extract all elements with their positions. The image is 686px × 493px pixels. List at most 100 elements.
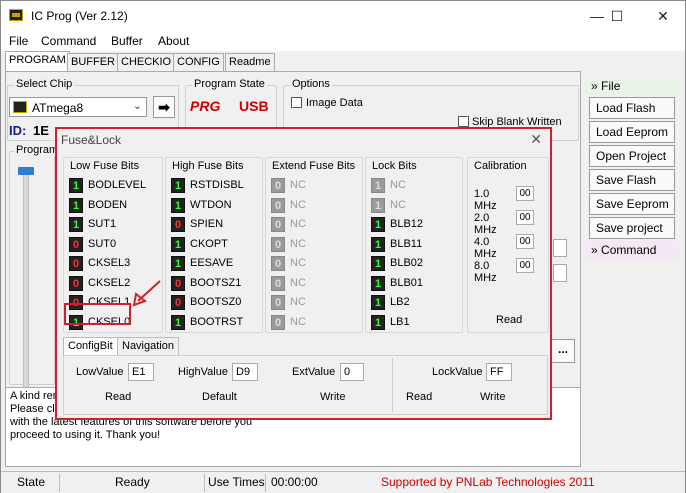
lock-write-button[interactable]: Write <box>480 391 505 403</box>
more-button[interactable]: ... <box>551 339 575 363</box>
lock-bit-toggle[interactable]: 1 <box>371 275 385 291</box>
message-line: proceed to using it. Thank you! <box>10 429 161 441</box>
fuse-default-button[interactable]: Default <box>202 391 237 403</box>
id-label: ID: <box>9 123 27 138</box>
progress-slider-thumb[interactable] <box>18 167 34 175</box>
image-data-checkbox[interactable] <box>291 97 302 108</box>
menu-buffer[interactable]: Buffer <box>111 34 143 48</box>
calibration-value[interactable]: 00 <box>516 258 534 273</box>
tab-config[interactable]: CONFIG <box>173 53 224 71</box>
lock-bit-name: BLB01 <box>390 276 424 289</box>
extend-fuse-bit-toggle: 0 <box>271 236 285 252</box>
extend-fuse-bit-toggle: 0 <box>271 178 285 193</box>
high-fuse-bit-toggle[interactable]: 0 <box>171 275 185 291</box>
progress-slider-track[interactable] <box>23 167 29 397</box>
chevron-down-icon: ⌄ <box>132 100 142 112</box>
lock-bit-name: BLB11 <box>390 237 423 250</box>
lock-bit-name: NC <box>390 198 406 211</box>
high-fuse-bit-toggle[interactable]: 1 <box>171 256 185 271</box>
high-fuse-bit-toggle[interactable]: 1 <box>171 178 185 193</box>
load-flash-button[interactable]: Load Flash <box>589 97 675 119</box>
low-fuse-bit-toggle[interactable]: 0 <box>69 236 83 252</box>
high-fuse-title: High Fuse Bits <box>172 160 244 172</box>
maximize-button[interactable]: ☐ <box>597 5 637 27</box>
extend-fuse-bit-toggle: 0 <box>271 256 285 271</box>
chip-select[interactable]: ATmega8 ⌄ <box>9 97 147 117</box>
lock-bit-toggle[interactable]: 1 <box>371 314 385 330</box>
low-fuse-bit-name: SUT1 <box>88 218 117 230</box>
lock-read-button[interactable]: Read <box>406 391 432 403</box>
calibration-value[interactable]: 00 <box>516 210 534 225</box>
side-field-1[interactable] <box>553 239 567 257</box>
arrow-right-icon: ➡ <box>158 99 170 115</box>
tab-program[interactable]: PROGRAM <box>5 51 70 71</box>
supported-text: Supported by PNLab Technologies 2011 <box>381 475 595 489</box>
lock-bit-name: BLB12 <box>390 218 424 230</box>
extend-fuse-bit-name: NC <box>290 179 306 191</box>
fuse-write-button[interactable]: Write <box>320 391 345 403</box>
dialog-close-button[interactable]: ✕ <box>530 131 542 148</box>
calibration-value[interactable]: 00 <box>516 186 534 201</box>
program-state-label: Program State <box>192 78 267 90</box>
open-project-button[interactable]: Open Project <box>589 145 675 167</box>
high-fuse-bit-toggle[interactable]: 0 <box>171 217 185 232</box>
low-fuse-bit-toggle[interactable]: 0 <box>69 256 83 271</box>
status-divider <box>265 474 266 492</box>
select-chip-label: Select Chip <box>14 78 75 90</box>
lock-bit-name: NC <box>390 179 406 191</box>
lock-bit-toggle[interactable]: 1 <box>371 295 385 310</box>
save-project-button[interactable]: Save project <box>589 217 675 239</box>
menu-command[interactable]: Command <box>41 34 96 48</box>
low-fuse-bit-name: CKSEL2 <box>88 276 131 289</box>
low-fuse-bit-name: CKSEL3 <box>88 257 131 269</box>
chevron-icon: » <box>591 79 598 93</box>
lock-bit-name: LB1 <box>390 315 410 328</box>
skip-blank-checkbox[interactable] <box>458 116 469 127</box>
lock-bits-group: Lock Bits 1 NC 1 NC 1 BLB12 1 BLB11 1 BLB02 1 BLB01… <box>365 157 463 333</box>
lock-bit-toggle[interactable]: 1 <box>371 217 385 232</box>
low-fuse-bit-name: SUT0 <box>88 237 117 250</box>
close-button[interactable]: ✕ <box>643 5 683 27</box>
low-fuse-bit-toggle[interactable]: 0 <box>69 275 83 291</box>
extend-fuse-bit-toggle: 0 <box>271 275 285 291</box>
ext-value-input[interactable]: 0 <box>340 363 364 381</box>
side-field-2[interactable] <box>553 264 567 282</box>
high-fuse-bit-toggle[interactable]: 0 <box>171 295 185 310</box>
menu-about[interactable]: About <box>158 34 189 48</box>
tab-readme[interactable]: Readme <box>225 53 275 71</box>
low-fuse-bit-name: BODLEVEL <box>88 179 147 191</box>
high-fuse-bit-toggle[interactable]: 1 <box>171 236 185 252</box>
low-fuse-bit-toggle[interactable]: 1 <box>69 217 83 232</box>
fuse-read-button[interactable]: Read <box>105 391 131 403</box>
lock-bit-toggle[interactable]: 1 <box>371 256 385 271</box>
menu-file[interactable]: File <box>9 34 28 48</box>
title-bar[interactable]: IC Prog (Ver 2.12) — ☐ ✕ <box>1 1 685 31</box>
low-value-input[interactable]: E1 <box>128 363 154 381</box>
usb-logo: USB <box>239 98 269 114</box>
save-flash-button[interactable]: Save Flash <box>589 169 675 191</box>
tab-configbit[interactable]: ConfigBit <box>63 337 118 355</box>
id-value: 1E <box>33 123 49 138</box>
extend-fuse-bit-toggle: 0 <box>271 197 285 213</box>
file-header[interactable]: » File <box>585 77 679 95</box>
tab-buffer[interactable]: BUFFER <box>67 53 119 71</box>
command-header[interactable]: » Command <box>585 241 679 259</box>
high-fuse-bit-name: EESAVE <box>190 257 234 269</box>
low-fuse-bit-toggle[interactable]: 1 <box>69 197 83 213</box>
save-eeprom-button[interactable]: Save Eeprom <box>589 193 675 215</box>
calibration-value[interactable]: 00 <box>516 234 534 249</box>
tab-checkio[interactable]: CHECKIO <box>117 53 176 71</box>
calibration-read-button[interactable]: Read <box>496 314 522 326</box>
lock-bit-toggle[interactable]: 1 <box>371 236 385 252</box>
load-eeprom-button[interactable]: Load Eeprom <box>589 121 675 143</box>
program-group: Program <box>9 144 61 385</box>
high-fuse-bit-toggle[interactable]: 1 <box>171 197 185 213</box>
tab-navigation[interactable]: Navigation <box>117 337 179 355</box>
right-panel: » File Load Flash Load Eeprom Open Proje… <box>585 77 679 467</box>
lock-value-input[interactable]: FF <box>486 363 512 381</box>
low-fuse-bit-toggle[interactable]: 1 <box>69 178 83 193</box>
arrow-right-button[interactable]: ➡ <box>153 96 175 118</box>
extend-fuse-bit-name: NC <box>290 276 306 289</box>
high-value-input[interactable]: D9 <box>232 363 258 381</box>
high-fuse-bit-toggle[interactable]: 1 <box>171 314 185 330</box>
